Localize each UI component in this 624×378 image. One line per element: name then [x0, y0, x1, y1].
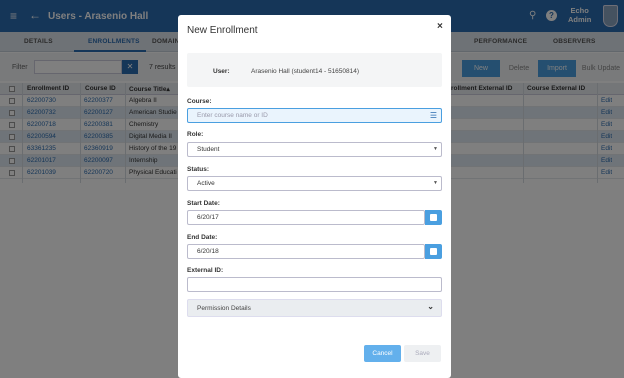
- user-value: Arasenio Hall (student14 - 51650814): [251, 68, 360, 75]
- end-date-calendar-button[interactable]: [425, 244, 442, 259]
- caret-down-icon: ▼: [433, 146, 438, 152]
- course-label: Course:: [187, 98, 212, 105]
- role-value: Student: [197, 146, 220, 153]
- chevron-down-icon: ⌄: [427, 302, 434, 311]
- calendar-icon: [430, 214, 437, 221]
- user-info-box: User: Arasenio Hall (student14 - 5165081…: [187, 53, 442, 87]
- save-button[interactable]: Save: [404, 345, 441, 362]
- start-date-label: Start Date:: [187, 200, 220, 207]
- new-enrollment-dialog: New Enrollment × User: Arasenio Hall (st…: [178, 15, 451, 378]
- end-date-input[interactable]: 6/20/18: [187, 244, 425, 259]
- external-id-label: External ID:: [187, 267, 224, 274]
- start-date-input[interactable]: 6/20/17: [187, 210, 425, 225]
- start-date-calendar-button[interactable]: [425, 210, 442, 225]
- role-label: Role:: [187, 131, 204, 138]
- list-icon[interactable]: ☰: [430, 109, 437, 122]
- caret-down-icon: ▼: [433, 180, 438, 186]
- calendar-icon: [430, 248, 437, 255]
- status-value: Active: [197, 180, 215, 187]
- role-select[interactable]: Student ▼: [187, 142, 442, 157]
- end-date-label: End Date:: [187, 234, 218, 241]
- dialog-title: New Enrollment: [187, 25, 258, 36]
- user-label: User:: [213, 68, 230, 75]
- cancel-button[interactable]: Cancel: [364, 345, 401, 362]
- close-icon[interactable]: ×: [437, 21, 443, 32]
- permission-details-label: Permission Details: [197, 305, 251, 312]
- status-select[interactable]: Active ▼: [187, 176, 442, 191]
- course-placeholder: Enter course name or ID: [197, 112, 268, 119]
- permission-details-accordion[interactable]: Permission Details ⌄: [187, 299, 442, 317]
- status-label: Status:: [187, 166, 210, 173]
- external-id-input[interactable]: [187, 277, 442, 292]
- course-input[interactable]: Enter course name or ID ☰: [187, 108, 442, 123]
